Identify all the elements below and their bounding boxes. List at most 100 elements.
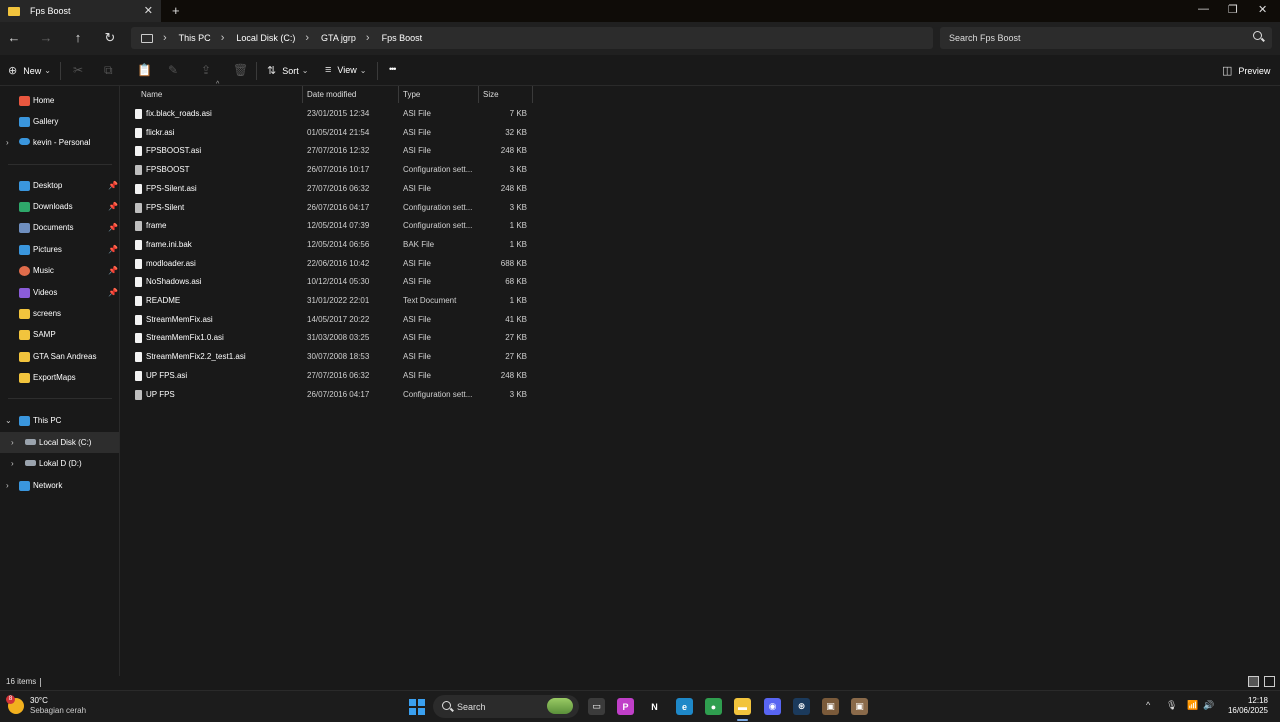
wifi-icon[interactable]: 📶 bbox=[1187, 700, 1198, 711]
minimize-button[interactable]: — bbox=[1198, 3, 1209, 15]
file-row[interactable]: UP FPS.asi 27/07/2016 06:32 ASI File 248 KB bbox=[121, 367, 541, 386]
forward-button[interactable]: → bbox=[38, 30, 54, 46]
sidebar-item-network[interactable]: › Network bbox=[0, 475, 119, 496]
sidebar-item-this-pc[interactable]: ⌄ This PC bbox=[0, 410, 119, 431]
sidebar-item-gallery[interactable]: Gallery bbox=[0, 111, 119, 132]
refresh-button[interactable]: ↻ bbox=[102, 30, 118, 46]
discord-icon[interactable]: ◉ bbox=[764, 698, 781, 715]
breadcrumb-local-disk[interactable]: Local Disk (C:) bbox=[236, 33, 295, 43]
view-button[interactable]: ≡ View ⌄ bbox=[325, 64, 366, 76]
column-header-type[interactable]: Type bbox=[403, 86, 477, 103]
breadcrumb-fps-boost[interactable]: Fps Boost bbox=[382, 33, 423, 43]
tab-fps-boost[interactable]: Fps Boost ✕ bbox=[0, 0, 161, 22]
pin-icon[interactable]: 📌 bbox=[108, 181, 118, 190]
game-icon-2[interactable]: ▣ bbox=[851, 698, 868, 715]
up-button[interactable]: ↑ bbox=[70, 30, 86, 46]
more-options-button[interactable]: ••• bbox=[389, 64, 397, 74]
sort-button[interactable]: ⇅ Sort ⌄ bbox=[267, 64, 308, 77]
pin-icon[interactable]: 📌 bbox=[108, 202, 118, 211]
tab-close-button[interactable]: ✕ bbox=[144, 4, 153, 17]
file-row[interactable]: NoShadows.asi 10/12/2014 05:30 ASI File 68 … bbox=[121, 273, 541, 292]
task-view-icon[interactable]: ▭ bbox=[588, 698, 605, 715]
preview-pane-button[interactable]: ◫ Preview bbox=[1222, 64, 1270, 77]
sidebar-item-local-disk-c[interactable]: › Local Disk (C:) bbox=[0, 432, 119, 453]
pin-icon[interactable]: 📌 bbox=[108, 245, 118, 254]
pin-icon[interactable]: 📌 bbox=[108, 223, 118, 232]
picsart-icon[interactable]: P bbox=[617, 698, 634, 715]
game-icon-1[interactable]: ▣ bbox=[822, 698, 839, 715]
sidebar-item-music[interactable]: Music 📌 bbox=[0, 260, 119, 281]
column-divider[interactable] bbox=[478, 86, 479, 103]
taskbar-search[interactable]: Search bbox=[433, 695, 579, 718]
file-row[interactable]: frame.ini.bak 12/05/2014 06:56 BAK File 1 K… bbox=[121, 236, 541, 255]
file-row[interactable]: frame 12/05/2014 07:39 Configuration sett.… bbox=[121, 217, 541, 236]
sidebar-item-home[interactable]: Home bbox=[0, 90, 119, 111]
chevron-right-icon[interactable]: › bbox=[6, 138, 9, 147]
column-divider[interactable] bbox=[532, 86, 533, 103]
clock[interactable]: 12:18 16/06/2025 bbox=[1228, 696, 1268, 716]
delete-icon[interactable]: 🗑 bbox=[233, 63, 248, 77]
weather-widget[interactable]: 8 30°C Sebagian cerah bbox=[6, 695, 86, 716]
cut-icon[interactable]: ✂ bbox=[73, 63, 83, 77]
chevron-down-icon[interactable]: ⌄ bbox=[5, 416, 12, 425]
netflix-icon[interactable]: N bbox=[646, 698, 663, 715]
paste-icon[interactable]: 📋 bbox=[137, 63, 152, 77]
chevron-right-icon[interactable]: › bbox=[11, 438, 14, 447]
sidebar-item-downloads[interactable]: Downloads 📌 bbox=[0, 196, 119, 217]
breadcrumb-separator[interactable]: › bbox=[366, 32, 370, 44]
column-divider[interactable] bbox=[302, 86, 303, 103]
file-explorer-icon[interactable]: ▬ bbox=[734, 698, 751, 721]
column-header-date[interactable]: Date modified bbox=[307, 86, 399, 103]
new-button[interactable]: ⊕ New ⌄ bbox=[8, 64, 51, 77]
pin-icon[interactable]: 📌 bbox=[108, 288, 118, 297]
sidebar-item-exportmaps[interactable]: ExportMaps bbox=[0, 367, 119, 388]
steam-icon[interactable]: ⊛ bbox=[793, 698, 810, 715]
edge-icon[interactable]: e bbox=[676, 698, 693, 715]
large-icons-view-icon[interactable] bbox=[1264, 676, 1275, 687]
sidebar-item-videos[interactable]: Videos 📌 bbox=[0, 282, 119, 303]
rename-icon[interactable]: ✎ bbox=[168, 63, 178, 77]
chevron-right-icon[interactable]: › bbox=[6, 481, 9, 490]
column-divider[interactable] bbox=[398, 86, 399, 103]
sidebar-item-screens[interactable]: screens bbox=[0, 303, 119, 324]
share-icon[interactable]: ⇪ bbox=[201, 63, 211, 77]
start-button[interactable] bbox=[409, 699, 425, 715]
restore-button[interactable]: ❐ bbox=[1228, 3, 1238, 16]
file-row[interactable]: StreamMemFix2.2_test1.asi 30/07/2008 18:5… bbox=[121, 348, 541, 367]
file-row[interactable]: FPSBOOST.asi 27/07/2016 12:32 ASI File 248 … bbox=[121, 142, 541, 161]
search-icon[interactable] bbox=[1253, 31, 1262, 40]
file-row[interactable]: flickr.asi 01/05/2014 21:54 ASI File 32 KB bbox=[121, 124, 541, 143]
file-row[interactable]: README 31/01/2022 22:01 Text Document 1 KB bbox=[121, 292, 541, 311]
breadcrumb-gta-jgrp[interactable]: GTA jgrp bbox=[321, 33, 356, 43]
sidebar-item-samp[interactable]: SAMP bbox=[0, 324, 119, 345]
file-row[interactable]: FPS-Silent 26/07/2016 04:17 Configuration … bbox=[121, 199, 541, 218]
copy-icon[interactable]: ⧉ bbox=[104, 63, 113, 78]
breadcrumb-separator[interactable]: › bbox=[221, 32, 225, 44]
sidebar-item-pictures[interactable]: Pictures 📌 bbox=[0, 239, 119, 260]
details-view-icon[interactable] bbox=[1248, 676, 1259, 687]
close-window-button[interactable]: ✕ bbox=[1258, 3, 1267, 16]
breadcrumb-this-pc[interactable]: This PC bbox=[179, 33, 211, 43]
new-tab-button[interactable]: + bbox=[172, 3, 180, 18]
sidebar-item-desktop[interactable]: Desktop 📌 bbox=[0, 175, 119, 196]
volume-icon[interactable]: 🔊 bbox=[1203, 700, 1214, 711]
search-box[interactable]: Search Fps Boost bbox=[940, 27, 1272, 49]
show-hidden-icons-button[interactable]: ^ bbox=[1146, 700, 1150, 710]
column-header-name[interactable]: Name bbox=[141, 86, 301, 103]
breadcrumb-separator[interactable]: › bbox=[305, 32, 309, 44]
file-row[interactable]: FPS-Silent.asi 27/07/2016 06:32 ASI File 24… bbox=[121, 180, 541, 199]
chevron-right-icon[interactable]: › bbox=[11, 459, 14, 468]
file-row[interactable]: StreamMemFix.asi 14/05/2017 20:22 ASI File… bbox=[121, 311, 541, 330]
file-row[interactable]: UP FPS 26/07/2016 04:17 Configuration sett… bbox=[121, 386, 541, 405]
pin-icon[interactable]: 📌 bbox=[108, 266, 118, 275]
breadcrumb-separator[interactable]: › bbox=[163, 32, 167, 44]
file-row[interactable]: fix.black_roads.asi 23/01/2015 12:34 ASI F… bbox=[121, 105, 541, 124]
sidebar-item-lokal-d[interactable]: › Lokal D (D:) bbox=[0, 453, 119, 474]
file-row[interactable]: StreamMemFix1.0.asi 31/03/2008 03:25 ASI F… bbox=[121, 329, 541, 348]
file-row[interactable]: FPSBOOST 26/07/2016 10:17 Configuration se… bbox=[121, 161, 541, 180]
chrome-icon[interactable]: ● bbox=[705, 698, 722, 715]
sidebar-item-documents[interactable]: Documents 📌 bbox=[0, 217, 119, 238]
column-header-size[interactable]: Size bbox=[483, 86, 531, 103]
sidebar-item-onedrive[interactable]: › kevin - Personal bbox=[0, 132, 119, 153]
sidebar-item-gta-san-andreas[interactable]: GTA San Andreas bbox=[0, 346, 119, 367]
